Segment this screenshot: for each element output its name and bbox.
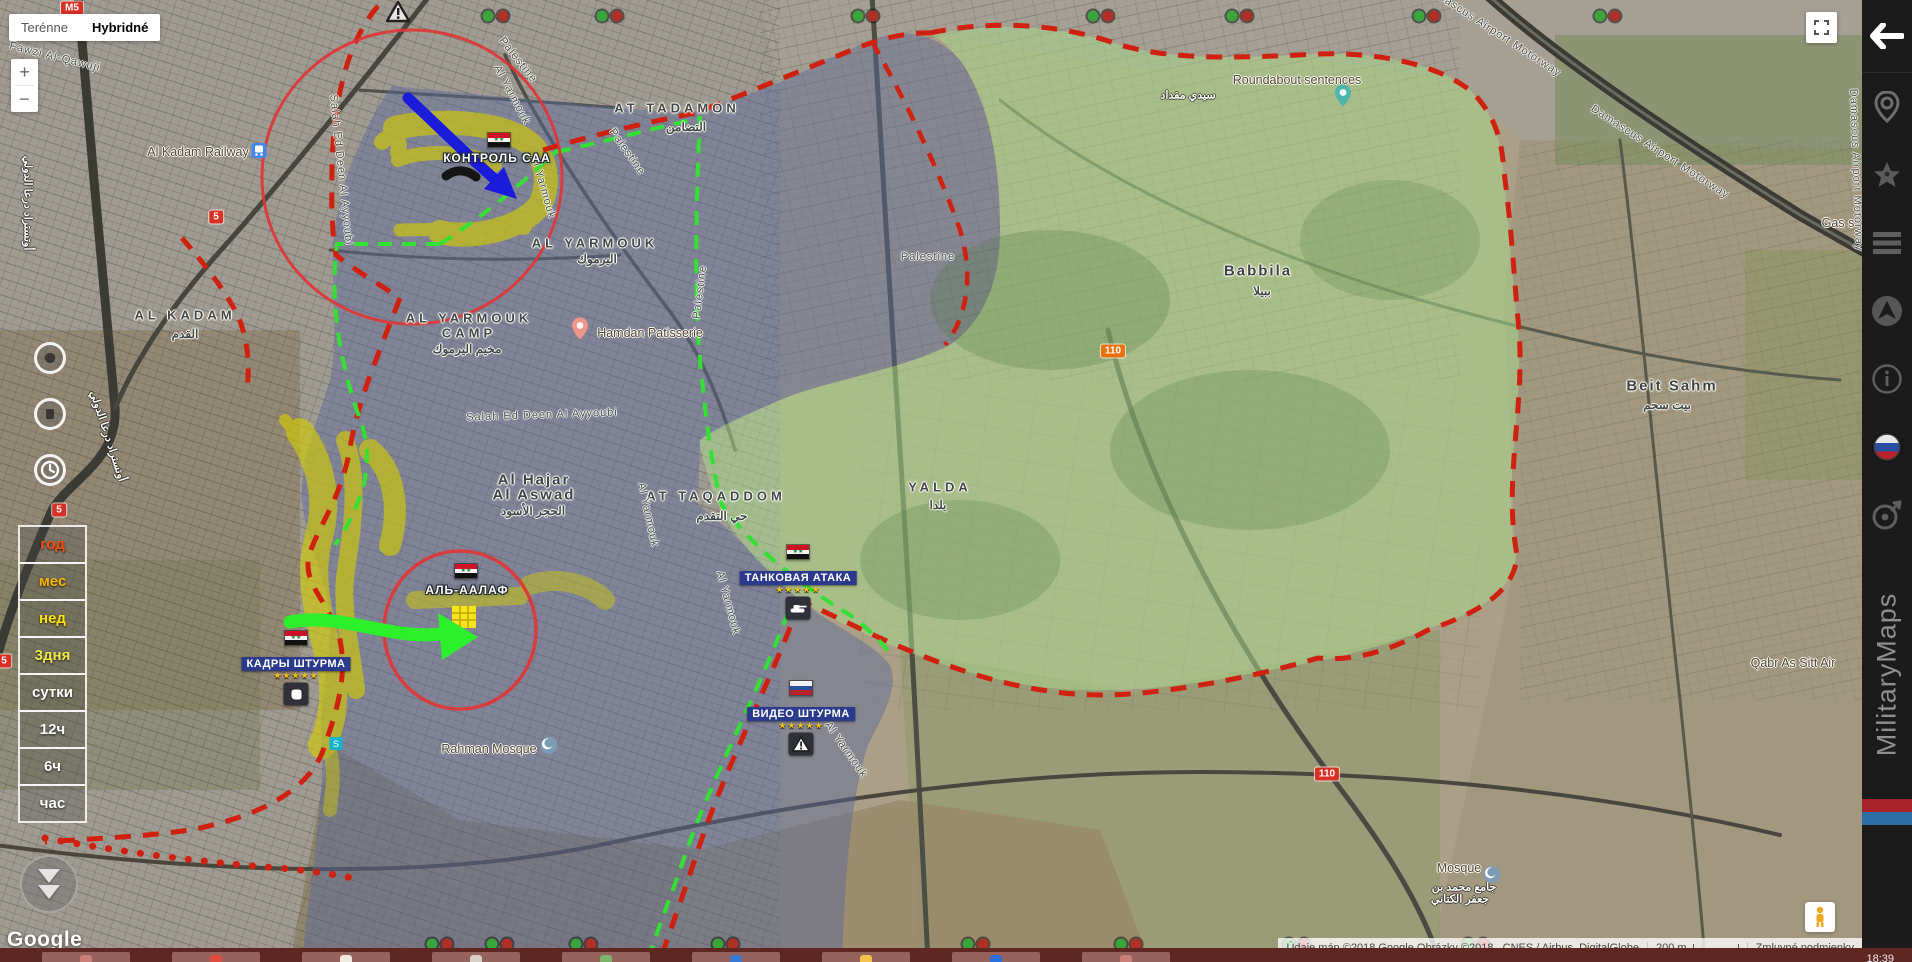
taskbar-app-4[interactable]	[432, 952, 520, 962]
time-filter-мес[interactable]: мес	[18, 562, 87, 601]
taskbar-app-6-icon	[730, 955, 742, 962]
layers-menu-icon	[1872, 231, 1902, 255]
taskbar-app-4-icon	[470, 955, 482, 962]
time-filter-час[interactable]: час	[18, 784, 87, 823]
taskbar-app-2-icon	[210, 955, 222, 962]
taskbar-clock: 18:39	[1866, 953, 1894, 962]
taskbar-app-1[interactable]	[42, 952, 130, 962]
brand-text: MilitaryMaps	[1872, 592, 1903, 756]
sidebar-item-info[interactable]	[1862, 345, 1912, 413]
marker-mode-icon	[42, 406, 58, 422]
sidebar-item-compass[interactable]	[1862, 481, 1912, 549]
time-filter-label: час	[40, 795, 65, 812]
location-pin-icon	[1874, 91, 1900, 123]
pegman-icon	[1812, 906, 1828, 928]
time-filter-label: мес	[39, 573, 67, 590]
brand-stripe-red	[1862, 799, 1912, 812]
sidebar-item-locations[interactable]	[1862, 73, 1912, 141]
taskbar-app-2[interactable]	[172, 952, 260, 962]
zoom-in-button[interactable]: +	[11, 59, 38, 85]
globe-icon	[42, 350, 58, 366]
taskbar-app-9[interactable]	[1082, 952, 1170, 962]
pan-down-button[interactable]	[20, 855, 78, 913]
sidebar-item-list[interactable]	[1862, 209, 1912, 277]
time-filter-label: 12ч	[40, 721, 65, 738]
time-filter-3дня[interactable]: 3дня	[18, 636, 87, 675]
zoom-control: + −	[11, 59, 38, 112]
taskbar-app-3-icon	[340, 955, 352, 962]
taskbar-app-3[interactable]	[302, 952, 390, 962]
taskbar-app-7[interactable]	[822, 952, 910, 962]
pegman-control[interactable]	[1805, 902, 1835, 932]
time-filter-label: нед	[39, 610, 66, 627]
fullscreen-icon	[1814, 20, 1829, 35]
brand-stripe-blue	[1862, 812, 1912, 825]
map-type-control: Terénne Hybridné	[9, 14, 160, 41]
time-filter-label: 3дня	[35, 647, 71, 664]
taskbar-app-5-icon	[600, 955, 612, 962]
fullscreen-button[interactable]	[1806, 12, 1837, 43]
map-type-hybrid-button[interactable]: Hybridné	[80, 14, 160, 41]
chevron-down-icon	[38, 885, 60, 899]
time-filter-6ч[interactable]: 6ч	[18, 747, 87, 786]
taskbar-app-1-icon	[80, 955, 92, 962]
os-taskbar: 18:39	[0, 948, 1912, 962]
map-type-terrain-button[interactable]: Terénne	[9, 14, 80, 41]
taskbar-app-9-icon	[1120, 955, 1132, 962]
favorites-star-icon	[1872, 160, 1902, 190]
sidebar-item-navigation[interactable]	[1862, 277, 1912, 345]
time-filter-label: 6ч	[44, 758, 61, 775]
time-filter-сутки[interactable]: сутки	[18, 673, 87, 712]
taskbar-app-7-icon	[860, 955, 872, 962]
history-clock-button[interactable]	[34, 454, 66, 486]
language-flag-russia-icon	[1871, 431, 1903, 463]
brand-wordmark: MilitaryMaps	[1805, 549, 1912, 799]
time-filter-label: год	[40, 536, 65, 553]
taskbar-app-6[interactable]	[692, 952, 780, 962]
taskbar-app-5[interactable]	[562, 952, 650, 962]
back-arrow-icon	[1870, 23, 1904, 49]
navigation-arrow-icon	[1871, 295, 1903, 327]
globe-layers-button[interactable]	[34, 342, 66, 374]
time-filter-12ч[interactable]: 12ч	[18, 710, 87, 749]
compass-route-icon	[1870, 498, 1904, 532]
clock-icon	[40, 460, 60, 480]
chevron-down-icon	[38, 869, 60, 883]
militarymaps-sidebar: MilitaryMaps	[1862, 0, 1912, 962]
sidebar-item-language[interactable]	[1862, 413, 1912, 481]
time-filter-год[interactable]: год	[18, 525, 87, 564]
back-button[interactable]	[1862, 0, 1912, 73]
time-filter-label: сутки	[32, 684, 73, 701]
zoom-out-button[interactable]: −	[11, 86, 38, 112]
taskbar-app-8-icon	[990, 955, 1002, 962]
taskbar-app-8[interactable]	[952, 952, 1040, 962]
map-canvas[interactable]	[0, 0, 1912, 962]
marker-mode-button[interactable]	[34, 398, 66, 430]
time-filter-нед[interactable]: нед	[18, 599, 87, 638]
militarymaps-app: AL KADAMالقدمAT TADAMONالتضامنAL YARMOUK…	[0, 0, 1912, 962]
info-icon	[1872, 364, 1902, 394]
time-filter-list: год мес нед 3дня сутки 12ч 6ч час	[18, 527, 87, 823]
sidebar-item-favorites[interactable]	[1862, 141, 1912, 209]
